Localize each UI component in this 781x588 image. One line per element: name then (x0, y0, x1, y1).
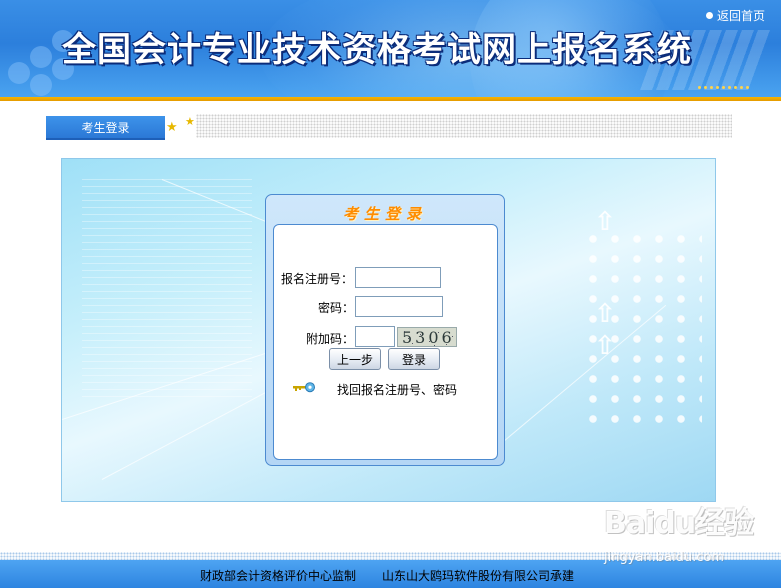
dotted-band (196, 114, 732, 138)
up-arrow-icon: ⇧ (594, 331, 616, 361)
hex-decoration (30, 74, 52, 96)
captcha-label: 附加码： (306, 332, 355, 346)
header-banner: 全国会计专业技术资格考试网上报名系统 返回首页 (0, 0, 781, 97)
back-button[interactable]: 上一步 (329, 348, 381, 370)
recover-credentials-link[interactable]: 找回报名注册号、密码 (337, 381, 457, 398)
registration-number-input[interactable] (355, 267, 441, 288)
star-icon: ★ (185, 115, 195, 128)
tab-strip: 考生登录 ★ ★ (46, 114, 732, 140)
password-input[interactable] (355, 296, 443, 317)
watermark-brand: Baidu经验 (604, 506, 754, 541)
watermark-url: jingyan.baidu.com (604, 550, 724, 565)
header-divider (0, 97, 781, 101)
bullet-icon (705, 12, 713, 19)
captcha-image[interactable]: 5306 (397, 327, 457, 347)
hex-decoration (8, 62, 30, 84)
dot-grid (582, 229, 702, 429)
footer-undertaker-text: 山东山大鸥玛软件股份有限公司承建 (382, 569, 575, 583)
password-label: 密码： (318, 301, 355, 315)
login-button[interactable]: 登录 (388, 348, 440, 370)
hex-decoration (30, 46, 52, 68)
back-to-home-label: 返回首页 (716, 9, 765, 23)
tab-student-login[interactable]: 考生登录 (46, 116, 165, 140)
baidu-watermark: Baidu经验 jingyan.baidu.com (604, 498, 774, 570)
up-arrow-icon: ⇧ (594, 207, 616, 237)
banner-dots (698, 86, 749, 89)
captcha-input[interactable] (355, 326, 395, 347)
login-title: 考生登录 (342, 205, 427, 223)
site-title: 全国会计专业技术资格考试网上报名系统 (62, 30, 692, 70)
footer-supervisor-text: 财政部会计资格评价中心监制 (200, 569, 357, 583)
key-icon (293, 382, 315, 393)
registration-number-label: 报名注册号： (281, 272, 354, 286)
star-icon: ★ (166, 120, 178, 135)
up-arrow-icon: ⇧ (594, 299, 616, 329)
back-to-home-link[interactable]: 返回首页 (705, 7, 765, 24)
